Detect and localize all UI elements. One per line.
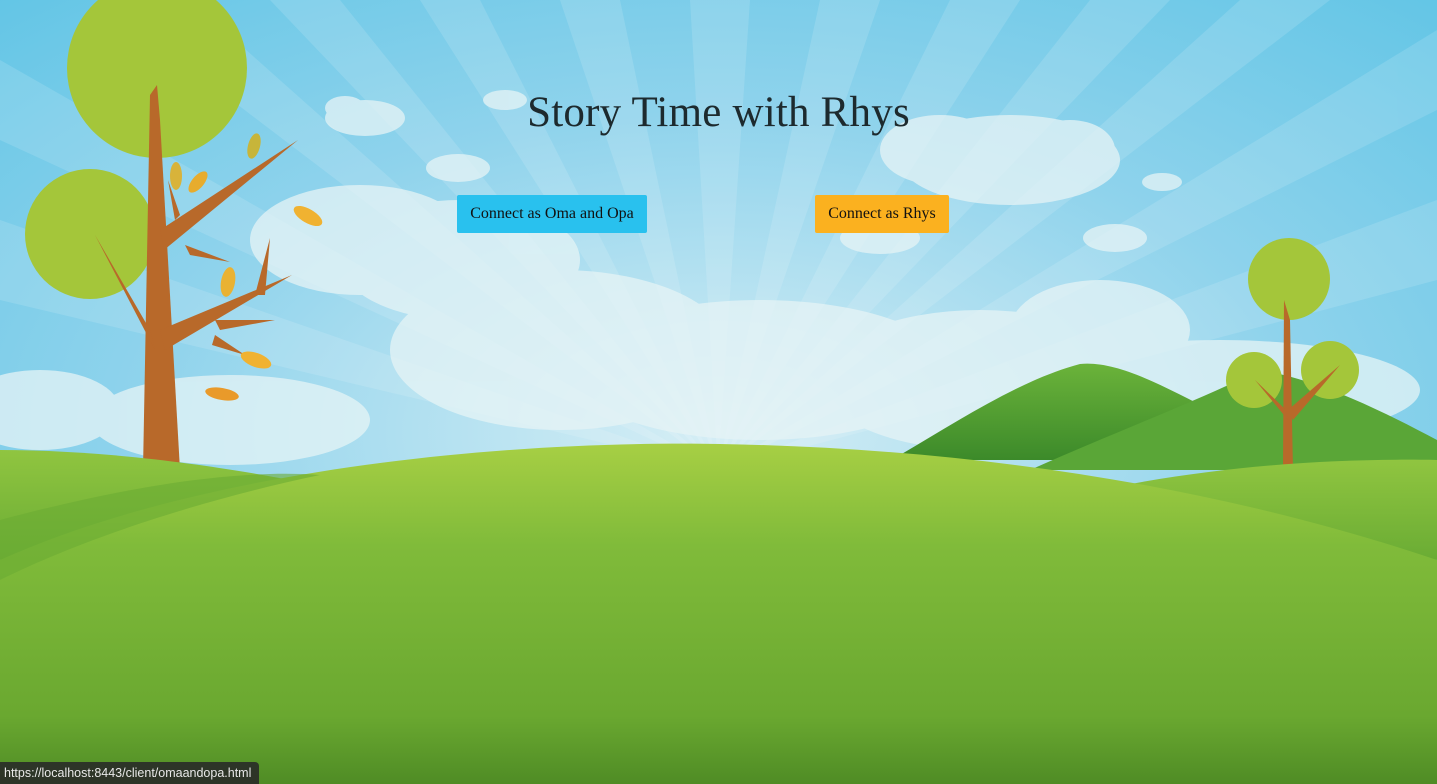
connect-rhys-button[interactable]: Connect as Rhys	[815, 195, 949, 233]
page-title: Story Time with Rhys	[527, 89, 910, 136]
link-status-bar: https://localhost:8443/client/omaandopa.…	[0, 762, 260, 784]
connect-oma-opa-button[interactable]: Connect as Oma and Opa	[457, 195, 647, 233]
